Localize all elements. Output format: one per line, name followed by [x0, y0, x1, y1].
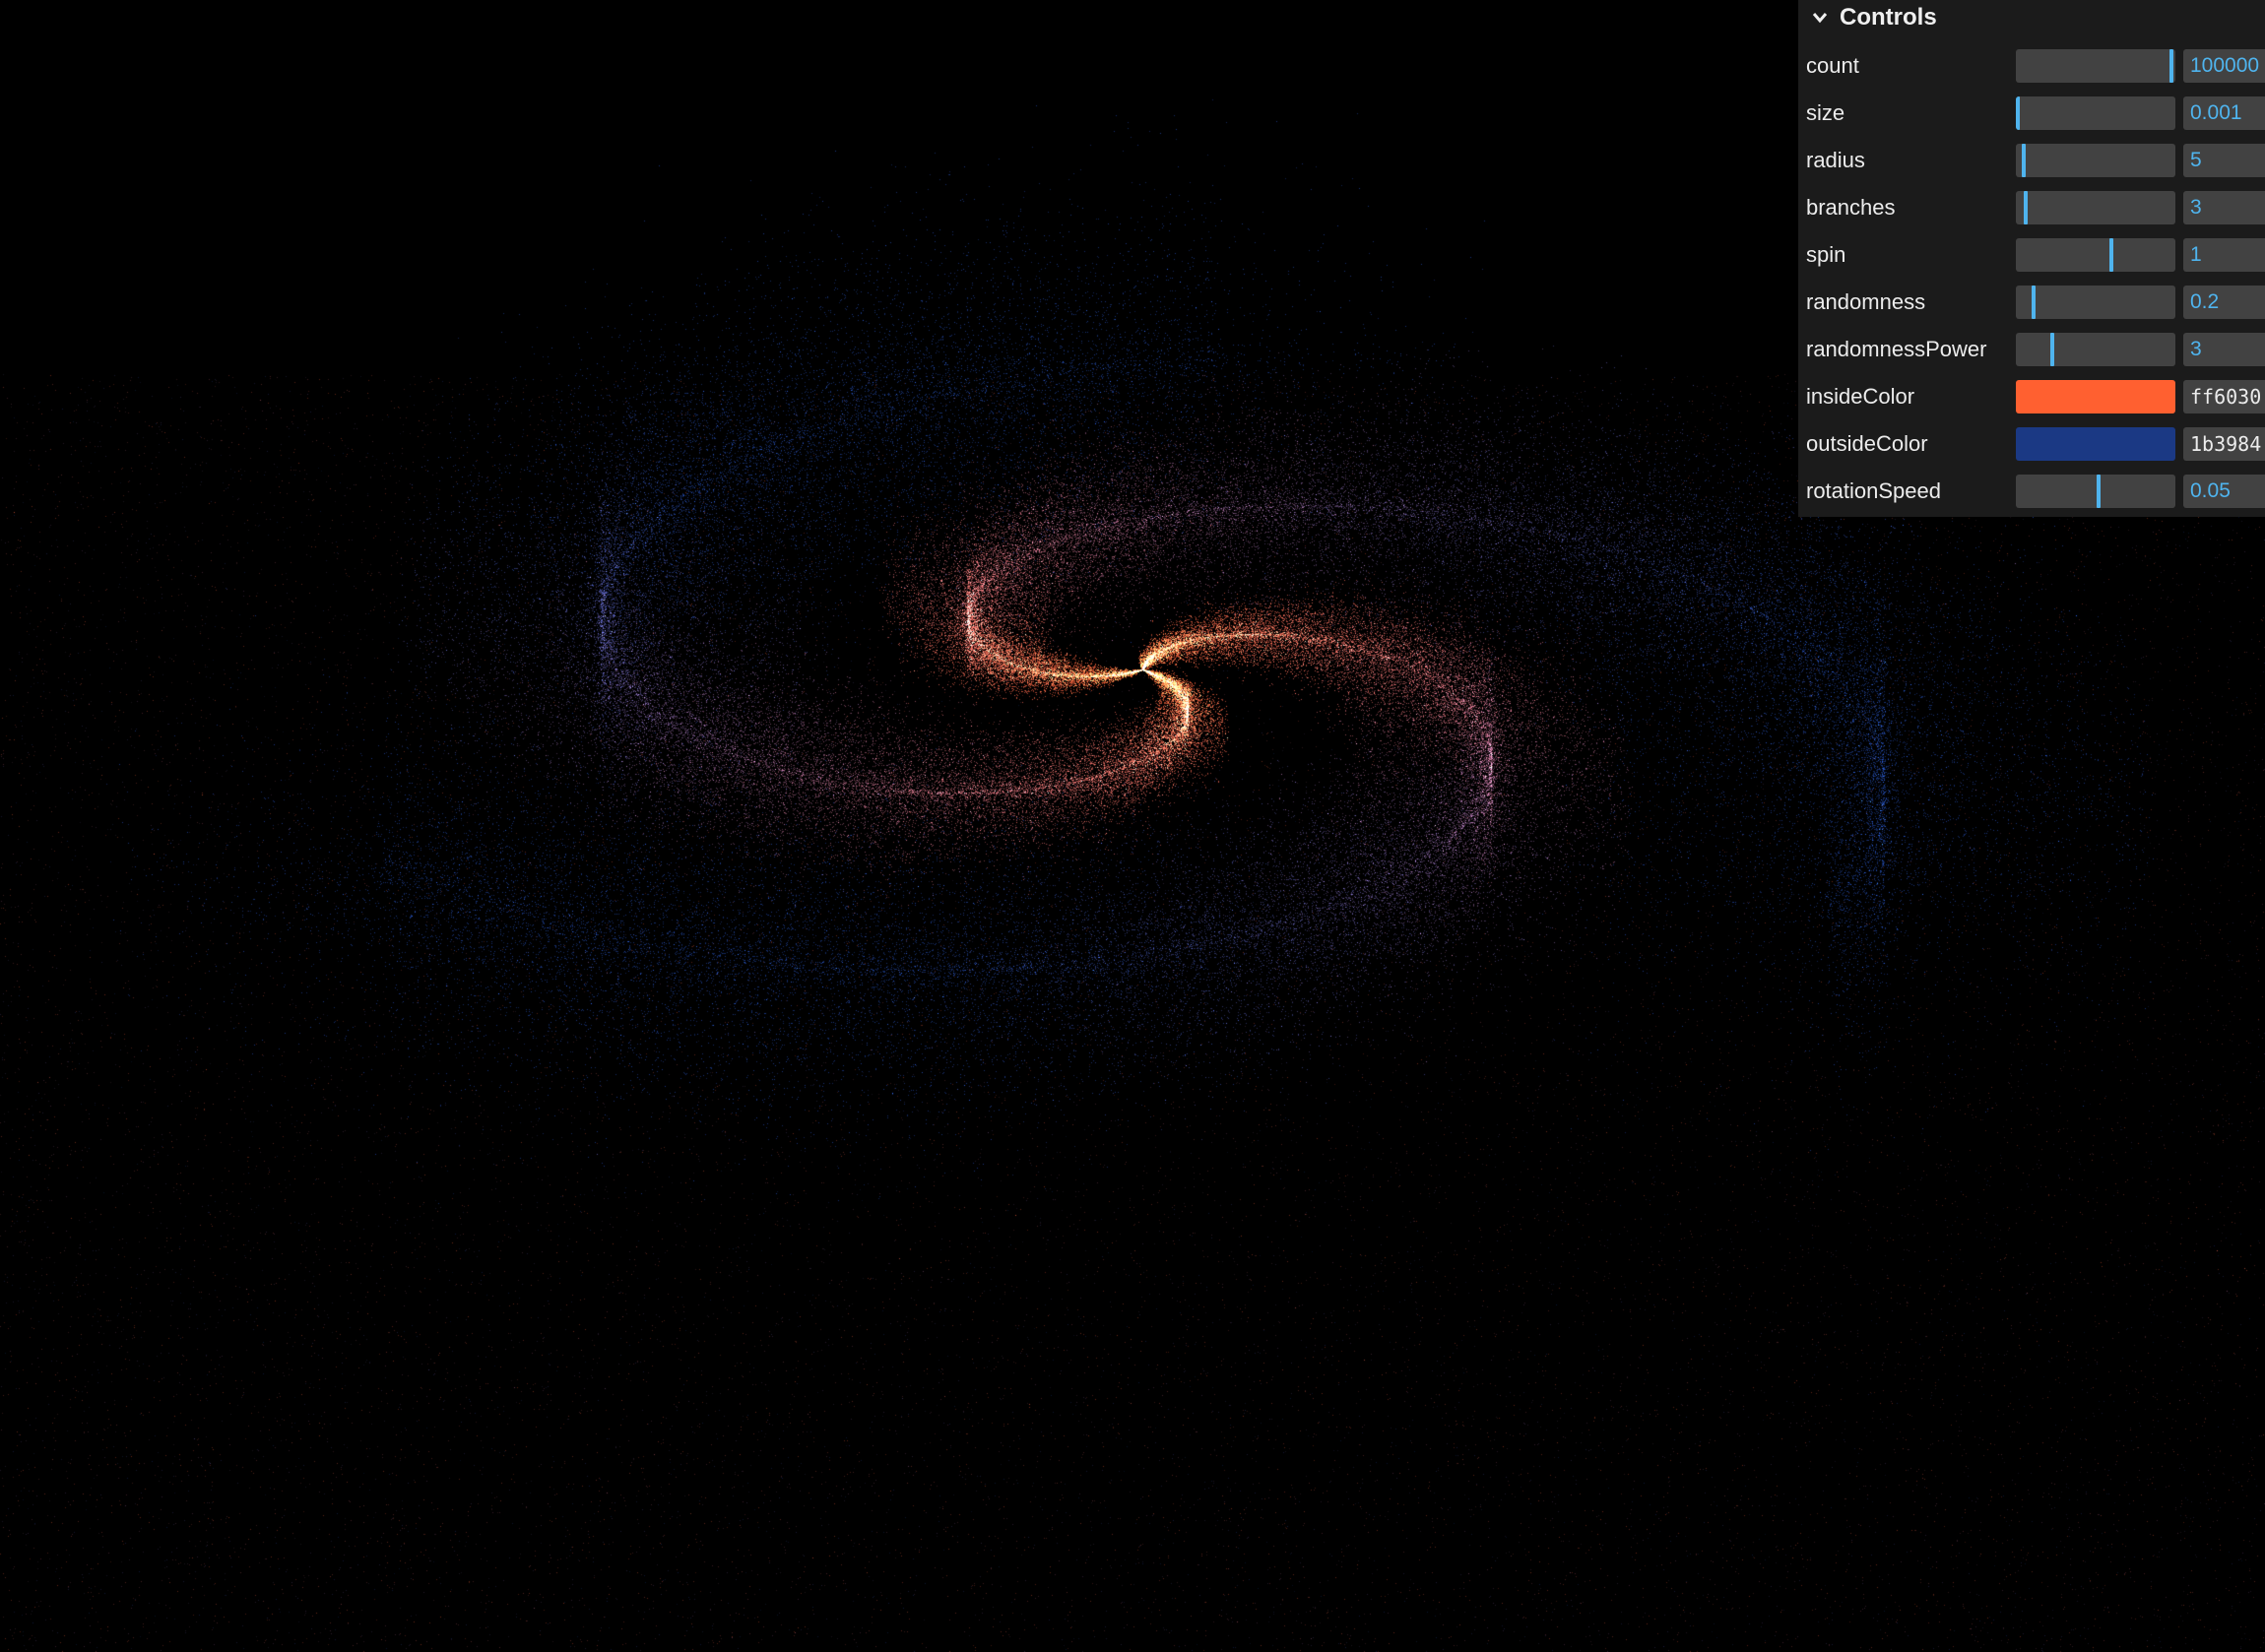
- control-row-rotationSpeed: rotationSpeed 0.05: [1798, 468, 2265, 515]
- slider-handle[interactable]: [2016, 96, 2020, 130]
- value-input-size[interactable]: 0.001: [2183, 96, 2265, 130]
- control-row-spin: spin 1: [1798, 231, 2265, 279]
- slider-randomnessPower[interactable]: [2016, 333, 2175, 366]
- slider-handle[interactable]: [2169, 49, 2173, 83]
- value-input-randomnessPower[interactable]: 3: [2183, 333, 2265, 366]
- slider-handle[interactable]: [2050, 333, 2054, 366]
- control-label: outsideColor: [1806, 431, 1928, 456]
- control-label: count: [1806, 53, 1859, 78]
- value-input-branches[interactable]: 3: [2183, 191, 2265, 224]
- value-input-insideColor[interactable]: ff6030: [2183, 380, 2265, 413]
- control-row-randomnessPower: randomnessPower 3: [1798, 326, 2265, 373]
- slider-handle[interactable]: [2109, 238, 2113, 272]
- control-label: spin: [1806, 242, 1846, 267]
- slider-count[interactable]: [2016, 49, 2175, 83]
- control-row-insideColor: insideColor ff6030: [1798, 373, 2265, 420]
- controls-list: count 100000 size 0.001 radius 5 branches 3 spin…: [1798, 42, 2265, 515]
- slider-rotationSpeed[interactable]: [2016, 475, 2175, 508]
- slider-handle[interactable]: [2097, 475, 2101, 508]
- color-swatch-insideColor[interactable]: [2016, 380, 2175, 413]
- slider-handle[interactable]: [2032, 286, 2036, 319]
- value-input-outsideColor[interactable]: 1b3984: [2183, 427, 2265, 461]
- control-row-outsideColor: outsideColor 1b3984: [1798, 420, 2265, 468]
- control-label: branches: [1806, 195, 1896, 220]
- value-input-spin[interactable]: 1: [2183, 238, 2265, 272]
- control-label: size: [1806, 100, 1845, 125]
- controls-title-text: Controls: [1840, 4, 1937, 31]
- slider-randomness[interactable]: [2016, 286, 2175, 319]
- control-label: insideColor: [1806, 384, 1915, 409]
- control-row-radius: radius 5: [1798, 137, 2265, 184]
- controls-panel: Controls count 100000 size 0.001 radius 5 bran…: [1798, 0, 2265, 517]
- slider-handle[interactable]: [2024, 191, 2028, 224]
- slider-spin[interactable]: [2016, 238, 2175, 272]
- control-row-count: count 100000: [1798, 42, 2265, 90]
- slider-size[interactable]: [2016, 96, 2175, 130]
- control-row-randomness: randomness 0.2: [1798, 279, 2265, 326]
- chevron-down-icon[interactable]: [1806, 0, 1834, 35]
- slider-branches[interactable]: [2016, 191, 2175, 224]
- slider-radius[interactable]: [2016, 144, 2175, 177]
- value-input-rotationSpeed[interactable]: 0.05: [2183, 475, 2265, 508]
- value-input-randomness[interactable]: 0.2: [2183, 286, 2265, 319]
- slider-handle[interactable]: [2022, 144, 2026, 177]
- control-row-size: size 0.001: [1798, 90, 2265, 137]
- value-input-count[interactable]: 100000: [2183, 49, 2265, 83]
- value-input-radius[interactable]: 5: [2183, 144, 2265, 177]
- control-label: randomnessPower: [1806, 337, 1987, 361]
- control-label: radius: [1806, 148, 1865, 172]
- control-label: rotationSpeed: [1806, 478, 1941, 503]
- control-label: randomness: [1806, 289, 1926, 314]
- color-swatch-outsideColor[interactable]: [2016, 427, 2175, 461]
- controls-panel-title[interactable]: Controls: [1798, 0, 2265, 35]
- control-row-branches: branches 3: [1798, 184, 2265, 231]
